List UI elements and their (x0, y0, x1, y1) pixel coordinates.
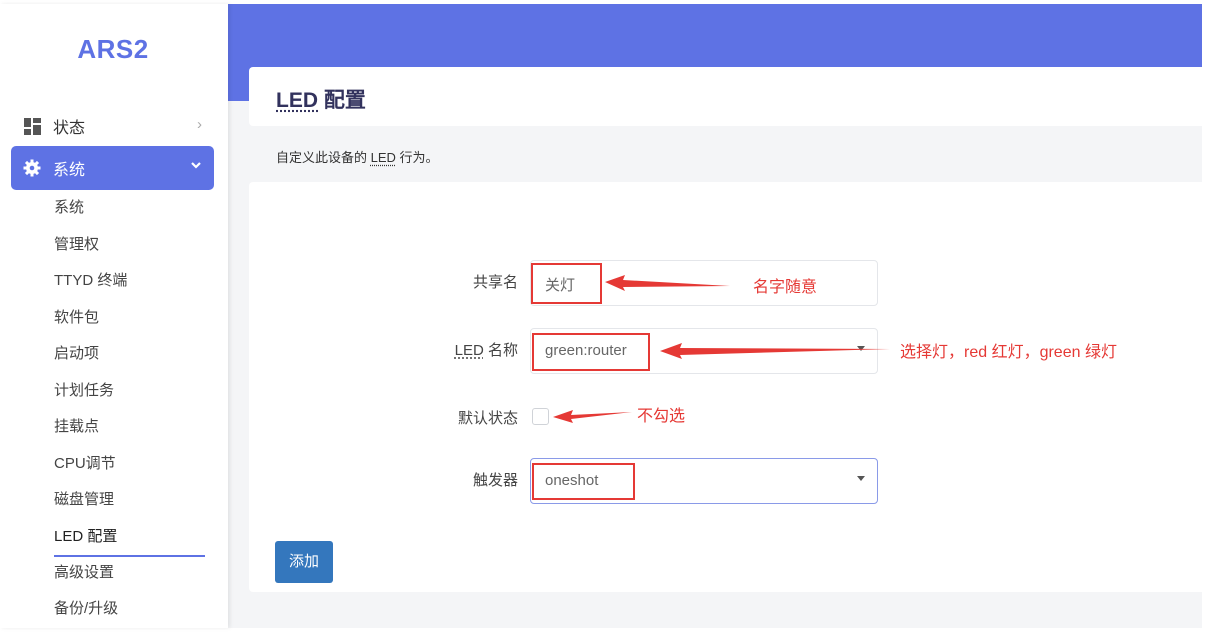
trigger-label: 触发器 (472, 472, 518, 489)
desc-text: 自定义此设备的 (276, 150, 371, 165)
page-title-rest: 配置 (318, 89, 366, 112)
annotation-box-trigger (532, 463, 635, 500)
name-label: 共享名 (472, 274, 518, 291)
sidebar-item-system[interactable]: 系统 (11, 146, 214, 190)
default-state-checkbox[interactable] (532, 408, 549, 425)
default-state-label: 默认状态 (457, 410, 518, 427)
page-title: LED 配置 (276, 84, 366, 114)
led-abbr: LED (370, 150, 396, 165)
annotation-name-note: 名字随意 (753, 279, 818, 296)
sidebar-subitem-cron[interactable]: 计划任务 (54, 379, 114, 403)
sidebar-item-label: 系统 (53, 162, 86, 179)
title-card (249, 67, 1202, 126)
sidebar-item-label: 状态 (53, 120, 86, 137)
add-button[interactable]: 添加 (275, 541, 333, 583)
led-abbr: LED (276, 89, 318, 112)
desc-text: 行为。 (395, 150, 439, 165)
annotation-led-note: 选择灯，red 红灯，green 绿灯 (900, 344, 1117, 361)
sidebar-subitem-disk[interactable]: 磁盘管理 (54, 488, 114, 512)
sidebar-subitem-ttyd[interactable]: TTYD 终端 (54, 269, 127, 293)
page-description: 自定义此设备的 LED 行为。 (276, 147, 439, 166)
chevron-right-icon: › (197, 116, 202, 133)
annotation-box-led (532, 333, 650, 371)
annotation-box-name (531, 263, 602, 304)
led-name-label: LED 名称 (398, 339, 518, 360)
sidebar-subitem-startup[interactable]: 启动项 (54, 342, 99, 366)
sidebar-subitem-packages[interactable]: 软件包 (54, 306, 99, 330)
annotation-checkbox-note: 不勾选 (637, 408, 686, 425)
sidebar-subitem-backup[interactable]: 备份/升级 (54, 597, 118, 621)
dropdown-caret-icon (857, 346, 865, 351)
led-label-rest: 名称 (483, 342, 518, 359)
sidebar: ARS2 状态 › 系统 系统 管理权 TTYD 终端 软件包 启动项 计划任务… (0, 4, 228, 628)
sidebar-subitem-cpufreq[interactable]: CPU调节 (54, 452, 116, 476)
brand-logo: ARS2 (77, 34, 149, 64)
chevron-down-icon (190, 158, 202, 175)
sidebar-subitem-admin[interactable]: 管理权 (54, 233, 99, 257)
sidebar-subitem-led[interactable]: LED 配置 (54, 525, 117, 549)
sidebar-subitem-mounts[interactable]: 挂载点 (54, 415, 99, 439)
led-abbr: LED (454, 342, 484, 359)
sidebar-item-status[interactable]: 状态 › (11, 104, 214, 148)
active-indicator (54, 555, 205, 557)
form-card (249, 182, 1202, 592)
dashboard-icon (23, 117, 41, 135)
gear-icon (23, 159, 41, 177)
sidebar-subitem-advanced[interactable]: 高级设置 (54, 561, 114, 585)
dropdown-caret-icon (857, 476, 865, 481)
sidebar-subitem-system[interactable]: 系统 (54, 196, 84, 220)
